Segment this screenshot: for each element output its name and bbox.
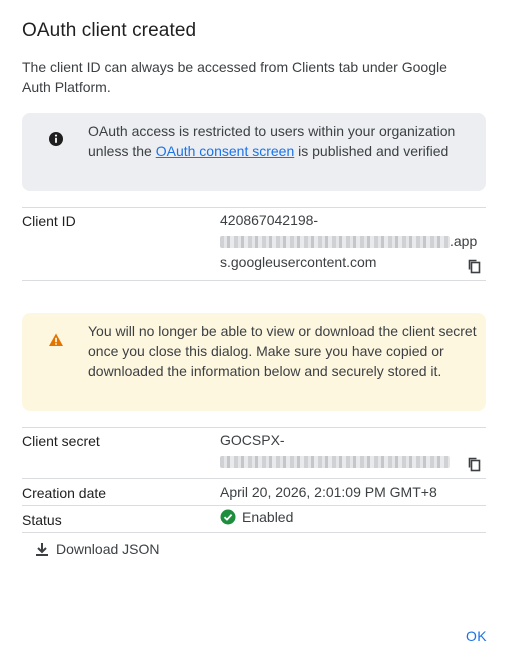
download-json-label: Download JSON	[56, 541, 160, 557]
client-secret-value[interactable]: GOCSPX-	[220, 430, 450, 472]
divider	[22, 427, 486, 428]
dialog-title: OAuth client created	[22, 20, 197, 41]
copy-icon[interactable]	[465, 454, 485, 474]
download-json-button[interactable]: Download JSON	[34, 541, 160, 557]
warning-icon	[49, 333, 63, 346]
copy-icon[interactable]	[465, 256, 485, 276]
client-secret-line2	[220, 451, 450, 472]
info-icon	[49, 132, 63, 146]
info-text-after: is published and verified	[294, 143, 449, 159]
oauth-consent-screen-link[interactable]: OAuth consent screen	[156, 143, 295, 159]
info-banner-text: OAuth access is restricted to users with…	[88, 121, 478, 161]
download-icon	[36, 543, 48, 556]
creation-date-value: April 20, 2026, 2:01:09 PM GMT+8	[220, 484, 437, 500]
client-secret-redacted	[220, 456, 450, 469]
divider	[22, 478, 486, 479]
check-circle-icon	[220, 509, 236, 525]
client-id-line2-suffix: .app	[450, 233, 478, 249]
client-secret-line1: GOCSPX-	[220, 432, 285, 448]
ok-button[interactable]: OK	[466, 628, 487, 644]
divider	[22, 280, 486, 281]
client-id-line1: 420867042198-	[220, 212, 319, 228]
oauth-client-created-dialog: OAuth client created The client ID can a…	[0, 0, 510, 660]
info-banner: OAuth access is restricted to users with…	[22, 113, 486, 191]
client-id-line2: .app	[220, 231, 477, 252]
client-id-line3: s.googleusercontent.com	[220, 254, 377, 270]
client-id-redacted	[220, 236, 450, 249]
divider	[22, 207, 486, 208]
status-value: Enabled	[220, 509, 293, 525]
client-id-label: Client ID	[22, 213, 76, 229]
warning-banner-text: You will no longer be able to view or do…	[88, 323, 477, 379]
creation-date-label: Creation date	[22, 485, 107, 501]
status-text: Enabled	[242, 509, 294, 525]
divider	[22, 532, 486, 533]
dialog-intro-text: The client ID can always be accessed fro…	[22, 59, 447, 95]
warning-banner: You will no longer be able to view or do…	[22, 313, 486, 411]
client-id-value[interactable]: 420867042198- .app s.googleusercontent.c…	[220, 210, 477, 273]
status-label: Status	[22, 512, 62, 528]
client-secret-label: Client secret	[22, 433, 100, 449]
divider	[22, 505, 486, 506]
